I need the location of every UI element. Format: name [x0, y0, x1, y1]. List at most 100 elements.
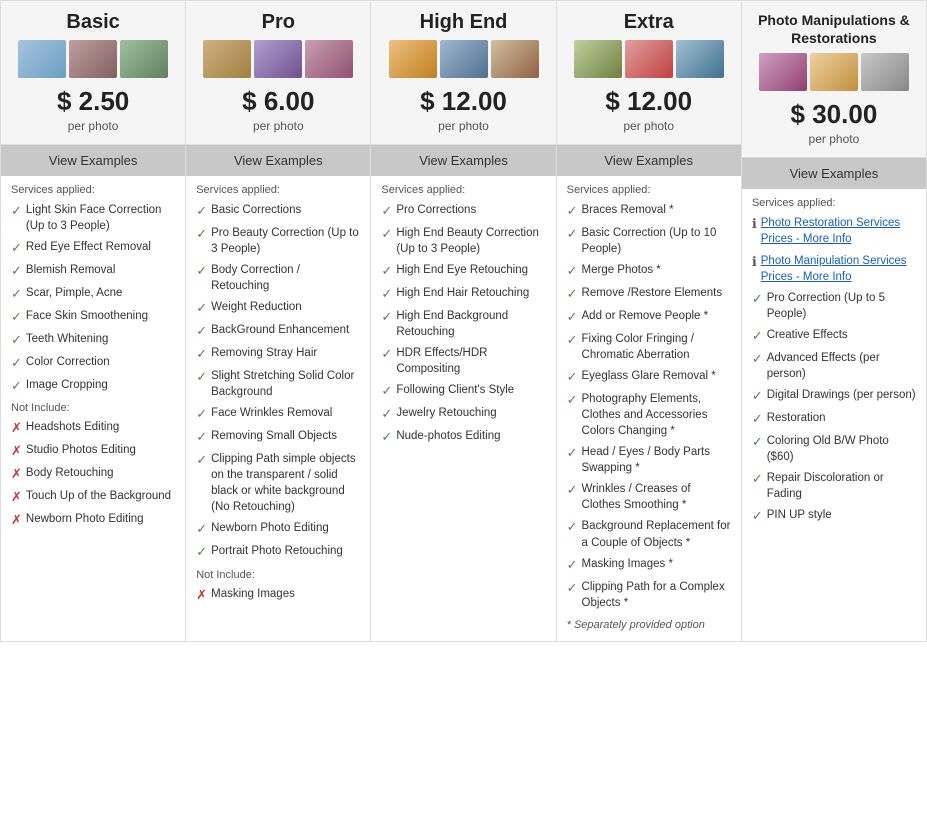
cross-icon-basic-3: ✗	[11, 489, 22, 506]
photo-thumb-basic-2	[120, 40, 168, 78]
included-text-pro-0: Basic Corrections	[211, 202, 301, 218]
col-high-end: High End$ 12.00per photoView ExamplesSer…	[371, 1, 556, 641]
included-text-manipulations-7: PIN UP style	[767, 507, 832, 523]
included-item-pro-2: ✓Body Correction / Retouching	[196, 262, 360, 294]
included-text-basic-2: Blemish Removal	[26, 262, 115, 278]
included-item-extra-0: ✓Braces Removal *	[567, 202, 731, 220]
photo-thumb-high-end-0	[389, 40, 437, 78]
included-text-high-end-8: Nude-photos Editing	[396, 428, 500, 444]
per-photo-high-end: per photo	[376, 119, 550, 133]
included-text-manipulations-6: Repair Discoloration or Fading	[767, 470, 916, 502]
not-included-text-basic-0: Headshots Editing	[26, 419, 119, 435]
photo-thumb-manipulations-0	[759, 53, 807, 91]
view-examples-btn-basic[interactable]: View Examples	[1, 145, 185, 176]
included-text-pro-1: Pro Beauty Correction (Up to 3 People)	[211, 225, 360, 257]
included-text-pro-5: Removing Stray Hair	[211, 345, 317, 361]
check-icon-extra-6: ✓	[567, 369, 578, 386]
info-icon-manipulations-1: ℹ	[752, 254, 757, 271]
photos-row-high-end	[376, 40, 550, 78]
included-text-extra-11: Masking Images *	[582, 556, 673, 572]
col-title-pro: Pro	[191, 11, 365, 34]
price-pro: $ 6.00	[191, 86, 365, 117]
col-title-extra: Extra	[562, 11, 736, 34]
check-icon-manipulations-5: ✓	[752, 434, 763, 451]
photo-thumb-manipulations-2	[861, 53, 909, 91]
included-text-extra-5: Fixing Color Fringing / Chromatic Aberra…	[582, 331, 731, 363]
check-icon-extra-4: ✓	[567, 309, 578, 326]
view-examples-btn-extra[interactable]: View Examples	[557, 145, 741, 176]
not-included-text-basic-2: Body Retouching	[26, 465, 114, 481]
info-link-sub-manipulations-1[interactable]: Prices - More Info	[761, 271, 852, 283]
included-text-basic-1: Red Eye Effect Removal	[26, 239, 151, 255]
not-included-item-basic-3: ✗Touch Up of the Background	[11, 488, 175, 506]
per-photo-manipulations: per photo	[747, 132, 921, 146]
view-examples-btn-high-end[interactable]: View Examples	[371, 145, 555, 176]
check-icon-extra-9: ✓	[567, 482, 578, 499]
included-text-high-end-0: Pro Corrections	[396, 202, 476, 218]
check-icon-basic-0: ✓	[11, 203, 22, 220]
included-item-extra-2: ✓Merge Photos *	[567, 262, 731, 280]
included-text-extra-0: Braces Removal *	[582, 202, 674, 218]
col-title-basic: Basic	[6, 11, 180, 34]
view-examples-btn-pro[interactable]: View Examples	[186, 145, 370, 176]
included-item-extra-8: ✓Head / Eyes / Body Parts Swapping *	[567, 444, 731, 476]
included-item-pro-11: ✓Portrait Photo Retouching	[196, 543, 360, 561]
included-item-basic-0: ✓Light Skin Face Correction (Up to 3 Peo…	[11, 202, 175, 234]
included-text-extra-9: Wrinkles / Creases of Clothes Smoothing …	[582, 481, 731, 513]
check-icon-basic-5: ✓	[11, 332, 22, 349]
info-link-label-manipulations-1[interactable]: Photo Manipulation Services	[761, 255, 907, 267]
check-icon-pro-4: ✓	[196, 323, 207, 340]
check-icon-high-end-5: ✓	[381, 346, 392, 363]
info-item-manipulations-1: ℹ Photo Manipulation Services Prices - Mor…	[752, 253, 916, 285]
info-link-label-manipulations-0[interactable]: Photo Restoration Services	[761, 217, 900, 229]
check-icon-extra-2: ✓	[567, 263, 578, 280]
included-text-extra-8: Head / Eyes / Body Parts Swapping *	[582, 444, 731, 476]
check-icon-manipulations-7: ✓	[752, 508, 763, 525]
included-item-pro-4: ✓BackGround Enhancement	[196, 322, 360, 340]
not-included-text-basic-3: Touch Up of the Background	[26, 488, 171, 504]
col-header-high-end: High End$ 12.00per photo	[371, 1, 555, 145]
included-item-basic-2: ✓Blemish Removal	[11, 262, 175, 280]
included-item-high-end-7: ✓Jewelry Retouching	[381, 405, 545, 423]
included-item-basic-7: ✓Image Cropping	[11, 377, 175, 395]
included-text-manipulations-1: Creative Effects	[767, 327, 848, 343]
check-icon-extra-8: ✓	[567, 445, 578, 462]
included-item-extra-4: ✓Add or Remove People *	[567, 308, 731, 326]
check-icon-extra-10: ✓	[567, 519, 578, 536]
price-manipulations: $ 30.00	[747, 99, 921, 130]
view-examples-btn-manipulations[interactable]: View Examples	[742, 158, 926, 189]
included-text-manipulations-2: Advanced Effects (per person)	[767, 350, 916, 382]
included-text-extra-10: Background Replacement for a Couple of O…	[582, 518, 731, 550]
info-link-sub-manipulations-0[interactable]: Prices - More Info	[761, 233, 852, 245]
cross-icon-basic-0: ✗	[11, 420, 22, 437]
included-text-extra-6: Eyeglass Glare Removal *	[582, 368, 716, 384]
included-text-extra-12: Clipping Path for a Complex Objects *	[582, 579, 731, 611]
col-extra: Extra$ 12.00per photoView ExamplesServic…	[557, 1, 742, 641]
check-icon-manipulations-4: ✓	[752, 411, 763, 428]
info-icon-manipulations-0: ℹ	[752, 216, 757, 233]
cross-icon-basic-1: ✗	[11, 443, 22, 460]
included-item-high-end-2: ✓High End Eye Retouching	[381, 262, 545, 280]
services-label-extra: Services applied:	[567, 184, 731, 196]
services-label-manipulations: Services applied:	[752, 197, 916, 209]
included-item-manipulations-3: ✓Digital Drawings (per person)	[752, 387, 916, 405]
included-item-pro-10: ✓Newborn Photo Editing	[196, 520, 360, 538]
included-item-manipulations-5: ✓Coloring Old B/W Photo ($60)	[752, 433, 916, 465]
check-icon-high-end-8: ✓	[381, 429, 392, 446]
check-icon-basic-3: ✓	[11, 286, 22, 303]
included-item-basic-1: ✓Red Eye Effect Removal	[11, 239, 175, 257]
services-section-extra: Services applied:✓Braces Removal *✓Basic…	[557, 176, 741, 641]
not-included-text-pro-0: Masking Images	[211, 586, 295, 602]
check-icon-high-end-4: ✓	[381, 309, 392, 326]
included-item-high-end-6: ✓Following Client's Style	[381, 382, 545, 400]
included-item-extra-10: ✓Background Replacement for a Couple of …	[567, 518, 731, 550]
photo-thumb-basic-0	[18, 40, 66, 78]
included-item-pro-1: ✓Pro Beauty Correction (Up to 3 People)	[196, 225, 360, 257]
check-icon-high-end-6: ✓	[381, 383, 392, 400]
included-text-pro-9: Clipping Path simple objects on the tran…	[211, 451, 360, 515]
included-text-extra-2: Merge Photos *	[582, 262, 661, 278]
included-text-high-end-4: High End Background Retouching	[396, 308, 545, 340]
check-icon-pro-10: ✓	[196, 521, 207, 538]
cross-icon-basic-2: ✗	[11, 466, 22, 483]
included-item-basic-4: ✓Face Skin Smoothening	[11, 308, 175, 326]
